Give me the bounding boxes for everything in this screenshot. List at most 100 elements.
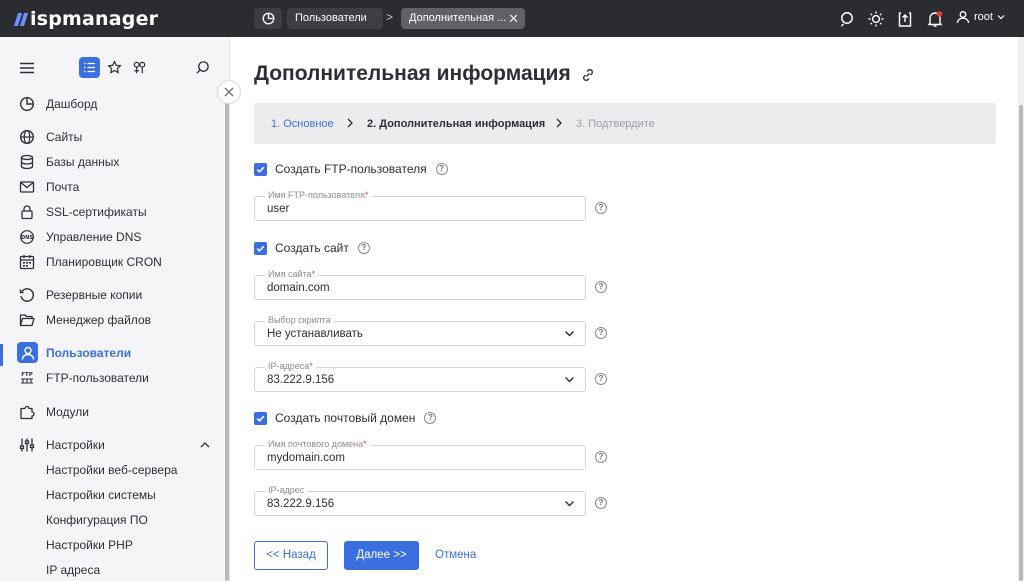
sidebar-item-label: Конфигурация ПО xyxy=(46,513,148,527)
tab-users[interactable]: Пользователи xyxy=(287,8,383,29)
top-bar: ispmanager Пользователи > Дополнительная… xyxy=(0,0,1024,37)
page-title: Дополнительная информация xyxy=(254,62,571,85)
field-label: Выбор скрипта xyxy=(265,315,334,326)
sidebar-item-file-manager[interactable]: Менеджер файлов xyxy=(0,309,226,331)
user-icon xyxy=(21,346,35,360)
page-scrollbar-thumb[interactable] xyxy=(1019,105,1023,581)
sidebar-item-ssl[interactable]: SSL-сертификаты xyxy=(0,201,226,223)
help-icon[interactable]: ? xyxy=(357,242,370,254)
chevron-up-icon[interactable] xyxy=(200,440,210,450)
help-icon[interactable]: ? xyxy=(595,202,607,214)
sidebar-item-mail[interactable]: Почта xyxy=(0,176,226,198)
create-ftp-user-checkbox[interactable] xyxy=(254,162,267,176)
calendar-icon xyxy=(19,255,35,270)
mail-domain-input[interactable]: mydomain.com xyxy=(267,452,345,464)
sidebar-item-label: Менеджер файлов xyxy=(46,313,151,327)
sidebar-toolbar xyxy=(0,57,230,81)
favorites-star-icon[interactable] xyxy=(107,60,122,75)
sidebar-item-label: Почта xyxy=(46,180,80,194)
mail-ip-select-value: 83.222.9.156 xyxy=(267,498,335,510)
help-icon[interactable]: ? xyxy=(424,412,437,424)
list-icon xyxy=(84,62,95,73)
ispmanager-logo[interactable]: ispmanager xyxy=(13,6,159,32)
notifications-bell-icon[interactable] xyxy=(926,10,944,28)
create-site-label[interactable]: Создать сайт xyxy=(275,241,349,255)
sidebar-item-dns[interactable]: DNS Управление DNS xyxy=(0,226,226,248)
back-button[interactable]: << Назад xyxy=(254,541,328,570)
logo-text: ispmanager xyxy=(30,8,159,30)
tab-additional-info[interactable]: Дополнительная ... ✕ xyxy=(401,8,525,29)
help-icon[interactable]: ? xyxy=(595,327,607,339)
globe-icon xyxy=(19,129,35,145)
mail-domain-field[interactable]: Имя почтового домена* mydomain.com xyxy=(254,439,586,470)
field-label-text: IP-адрес xyxy=(268,485,305,495)
database-icon xyxy=(20,154,34,170)
sidebar-item-label: Базы данных xyxy=(46,155,120,169)
sidebar-subitem-php-settings[interactable]: Настройки PHP xyxy=(0,534,226,556)
create-site-checkbox[interactable] xyxy=(254,241,267,255)
sidebar-item-sites[interactable]: Сайты xyxy=(0,126,226,148)
chevron-down-icon xyxy=(997,15,1005,20)
sidebar-scrollbar[interactable] xyxy=(225,89,229,581)
theme-sun-icon[interactable] xyxy=(867,10,885,28)
cancel-link[interactable]: Отмена xyxy=(435,541,476,570)
sidebar-item-backups[interactable]: Резервные копии xyxy=(0,284,226,306)
field-label: Имя почтового домена* xyxy=(265,439,370,450)
ftp-username-input[interactable]: user xyxy=(267,203,289,215)
create-site-row: Создать сайт ? xyxy=(254,240,370,256)
search-icon[interactable] xyxy=(839,10,857,28)
site-ip-select[interactable]: IP-адреса* 83.222.9.156 xyxy=(254,361,586,392)
sidebar-subitem-web-server-settings[interactable]: Настройки веб-сервера xyxy=(0,459,226,481)
sidebar-subitem-software-config[interactable]: Конфигурация ПО xyxy=(0,509,226,531)
help-icon[interactable]: ? xyxy=(595,373,607,385)
menu-hamburger-icon[interactable] xyxy=(19,60,35,76)
sidebar-item-cron[interactable]: Планировщик CRON xyxy=(0,251,226,273)
mail-icon xyxy=(19,181,35,193)
site-name-input[interactable]: domain.com xyxy=(267,282,330,294)
site-name-field[interactable]: Имя сайта* domain.com xyxy=(254,269,586,300)
user-menu[interactable]: root xyxy=(956,10,1005,24)
list-view-button[interactable] xyxy=(79,57,100,78)
sidebar-item-label: IP адреса xyxy=(46,563,101,577)
script-select[interactable]: Выбор скрипта Не устанавливать xyxy=(254,315,586,346)
chevron-right-icon xyxy=(556,118,562,128)
sidebar-item-label: Настройки веб-сервера xyxy=(46,463,178,477)
help-icon[interactable]: ? xyxy=(595,451,607,463)
close-icon xyxy=(224,87,234,97)
modules-icon[interactable] xyxy=(132,60,147,75)
mail-ip-select[interactable]: IP-адрес 83.222.9.156 xyxy=(254,485,586,516)
step-basic[interactable]: 1. Основное xyxy=(271,118,334,130)
help-icon[interactable]: ? xyxy=(595,281,607,293)
page-scrollbar[interactable] xyxy=(1018,37,1024,581)
ftp-icon: FTP xyxy=(21,372,33,384)
next-button[interactable]: Далее >> xyxy=(344,541,419,570)
chevron-down-icon xyxy=(565,331,574,337)
sidebar-item-dashboard[interactable]: Дашборд xyxy=(0,93,226,115)
sidebar-subitem-ip-addresses[interactable]: IP адреса xyxy=(0,559,226,581)
ftp-username-field[interactable]: Имя FTP-пользователя* user xyxy=(254,190,586,221)
sidebar-collapse-button[interactable] xyxy=(217,80,241,104)
help-icon[interactable]: ? xyxy=(435,163,448,175)
sidebar-subitem-system-settings[interactable]: Настройки системы xyxy=(0,484,226,506)
chevron-down-icon xyxy=(565,377,574,383)
link-icon[interactable] xyxy=(580,67,596,83)
field-label-text: IP-адреса xyxy=(268,361,310,371)
create-mail-domain-checkbox[interactable] xyxy=(254,411,267,425)
chevron-right-icon xyxy=(347,118,353,128)
sidebar-item-settings[interactable]: Настройки xyxy=(0,434,226,456)
dashboard-tab-button[interactable] xyxy=(254,8,282,29)
create-mail-domain-label[interactable]: Создать почтовый домен xyxy=(275,411,415,425)
sidebar-search-icon[interactable] xyxy=(195,60,210,75)
sidebar-item-databases[interactable]: Базы данных xyxy=(0,151,226,173)
sidebar-item-label: Управление DNS xyxy=(46,230,142,244)
create-mail-domain-row: Создать почтовый домен ? xyxy=(254,410,437,426)
create-ftp-user-label[interactable]: Создать FTP-пользователя xyxy=(275,162,427,176)
sidebar-item-users[interactable]: Пользователи xyxy=(0,342,226,364)
sidebar-item-ftp-users[interactable]: FTP FTP-пользователи xyxy=(0,367,226,389)
upload-icon[interactable] xyxy=(896,10,914,28)
sidebar-item-modules[interactable]: Модули xyxy=(0,401,226,423)
help-icon[interactable]: ? xyxy=(595,497,607,509)
close-tab-icon[interactable]: ✕ xyxy=(508,8,519,29)
sidebar-item-label: Сайты xyxy=(46,130,83,144)
field-label-text: Имя почтового домена xyxy=(268,439,364,449)
